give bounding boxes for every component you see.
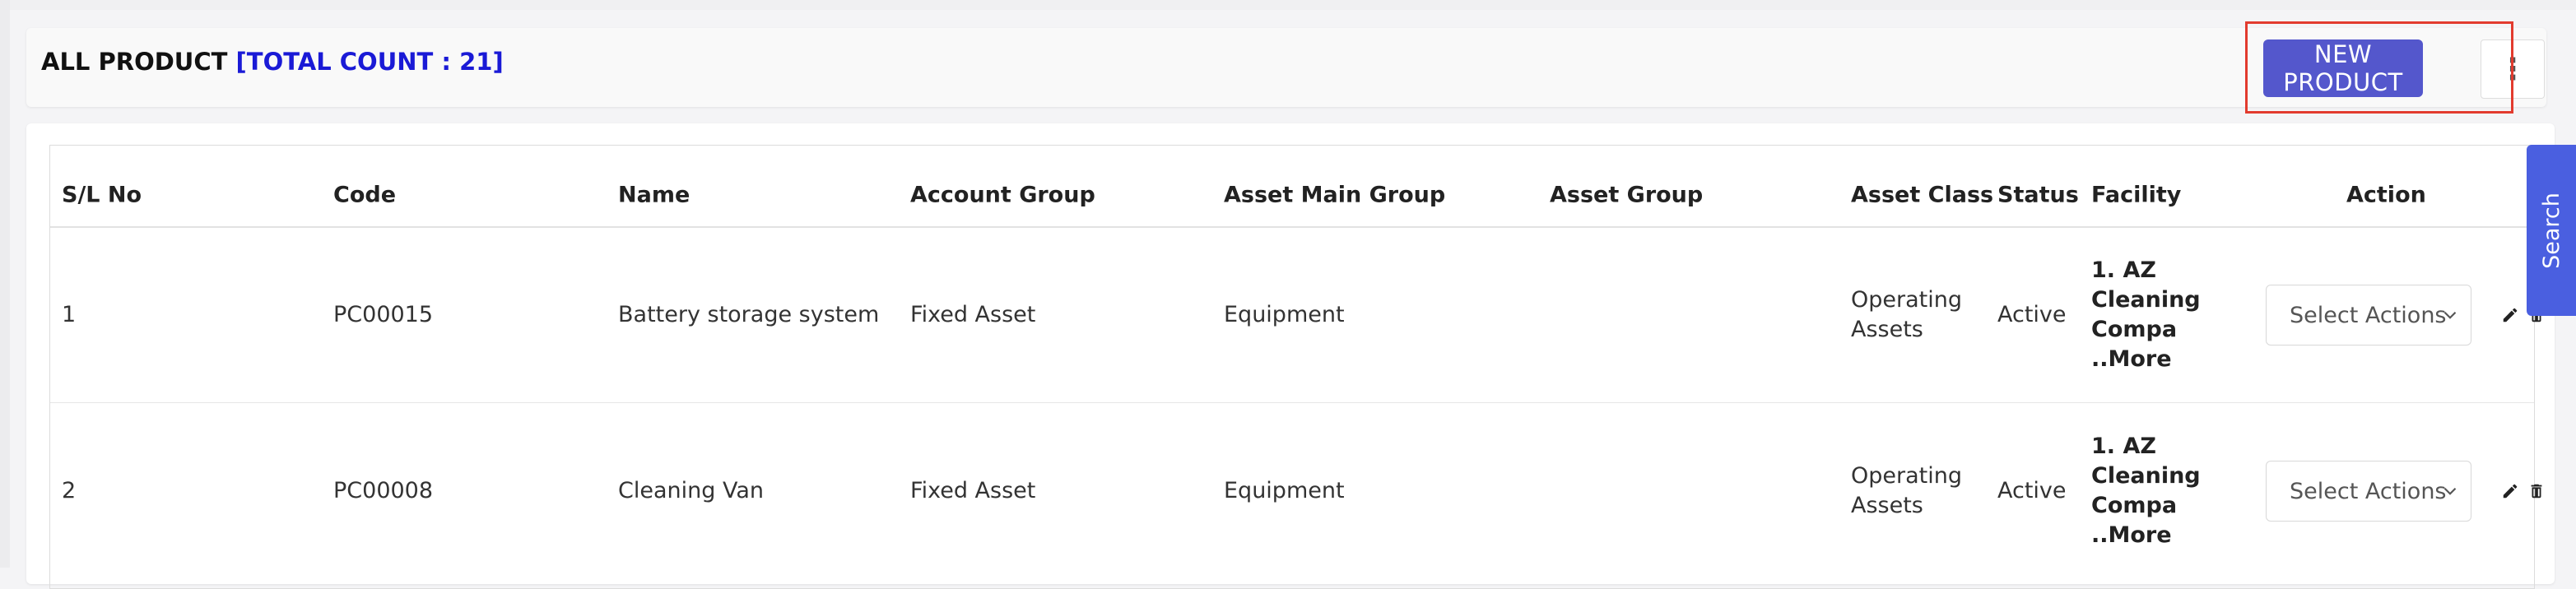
cell-asset-class: Operating Assets bbox=[1851, 285, 1962, 345]
facility-line: 1. AZ bbox=[2091, 257, 2156, 283]
col-header-asset-group[interactable]: Asset Group bbox=[1550, 183, 1703, 208]
pencil-icon[interactable] bbox=[2501, 306, 2519, 324]
row-divider bbox=[50, 402, 2534, 403]
cell-facility: 1. AZ Cleaning Compa ..More bbox=[2091, 432, 2201, 550]
asset-class-line: Operating bbox=[1851, 287, 1962, 313]
search-side-tab[interactable]: Search bbox=[2527, 145, 2576, 316]
top-strip bbox=[10, 0, 2576, 10]
page-header: ALL PRODUCT [TOTAL COUNT : 21] bbox=[26, 28, 2546, 107]
cell-sl: 1 bbox=[62, 302, 77, 327]
cell-status: Active bbox=[1997, 478, 2067, 503]
col-header-code[interactable]: Code bbox=[333, 183, 396, 208]
facility-line: Compa bbox=[2091, 493, 2178, 518]
search-tab-label: Search bbox=[2538, 192, 2564, 269]
header-divider bbox=[50, 226, 2534, 228]
select-actions-dropdown[interactable]: Select Actions bbox=[2266, 461, 2471, 522]
cell-name: Battery storage system bbox=[618, 302, 880, 327]
facility-line: Cleaning bbox=[2091, 463, 2201, 489]
cell-account-group: Fixed Asset bbox=[910, 302, 1036, 327]
asset-class-line: Assets bbox=[1851, 493, 1923, 518]
cell-facility: 1. AZ Cleaning Compa ..More bbox=[2091, 256, 2201, 374]
page-title: ALL PRODUCT [TOTAL COUNT : 21] bbox=[41, 48, 504, 76]
cell-code: PC00008 bbox=[333, 478, 434, 503]
pencil-icon[interactable] bbox=[2501, 482, 2519, 500]
cell-status: Active bbox=[1997, 302, 2067, 327]
title-text: ALL PRODUCT bbox=[41, 48, 228, 76]
chevron-down-icon bbox=[2443, 311, 2457, 319]
col-header-account-group[interactable]: Account Group bbox=[910, 183, 1095, 208]
facility-line: Cleaning bbox=[2091, 287, 2201, 313]
trash-icon[interactable] bbox=[2527, 482, 2546, 500]
col-header-asset-main-group[interactable]: Asset Main Group bbox=[1224, 183, 1445, 208]
col-header-sl[interactable]: S/L No bbox=[62, 183, 142, 208]
product-table-card: S/L No Code Name Account Group Asset Mai… bbox=[26, 123, 2555, 589]
col-header-status[interactable]: Status bbox=[1997, 183, 2079, 208]
chevron-down-icon bbox=[2443, 487, 2457, 495]
facility-line: 1. AZ bbox=[2091, 434, 2156, 459]
page-left-edge bbox=[0, 0, 10, 568]
col-header-facility[interactable]: Facility bbox=[2091, 183, 2181, 208]
product-table: S/L No Code Name Account Group Asset Mai… bbox=[49, 145, 2542, 589]
cell-sl: 2 bbox=[62, 478, 77, 503]
cell-name: Cleaning Van bbox=[618, 478, 764, 503]
cell-account-group: Fixed Asset bbox=[910, 478, 1036, 503]
highlight-annotation bbox=[2245, 21, 2513, 114]
cell-asset-main-group: Equipment bbox=[1224, 478, 1345, 503]
col-header-name[interactable]: Name bbox=[618, 183, 690, 208]
facility-line: Compa bbox=[2091, 317, 2178, 342]
facility-more-link[interactable]: ..More bbox=[2091, 345, 2201, 374]
total-count: [TOTAL COUNT : 21] bbox=[235, 48, 504, 76]
facility-more-link[interactable]: ..More bbox=[2091, 521, 2201, 550]
col-header-asset-class[interactable]: Asset Class bbox=[1851, 183, 1993, 208]
select-actions-placeholder: Select Actions bbox=[2290, 478, 2447, 504]
select-actions-placeholder: Select Actions bbox=[2290, 302, 2447, 328]
cell-asset-main-group: Equipment bbox=[1224, 302, 1345, 327]
col-header-action: Action bbox=[2346, 182, 2426, 208]
asset-class-line: Operating bbox=[1851, 463, 1962, 489]
cell-asset-class: Operating Assets bbox=[1851, 461, 1962, 521]
cell-code: PC00015 bbox=[333, 302, 434, 327]
select-actions-dropdown[interactable]: Select Actions bbox=[2266, 285, 2471, 346]
asset-class-line: Assets bbox=[1851, 317, 1923, 342]
